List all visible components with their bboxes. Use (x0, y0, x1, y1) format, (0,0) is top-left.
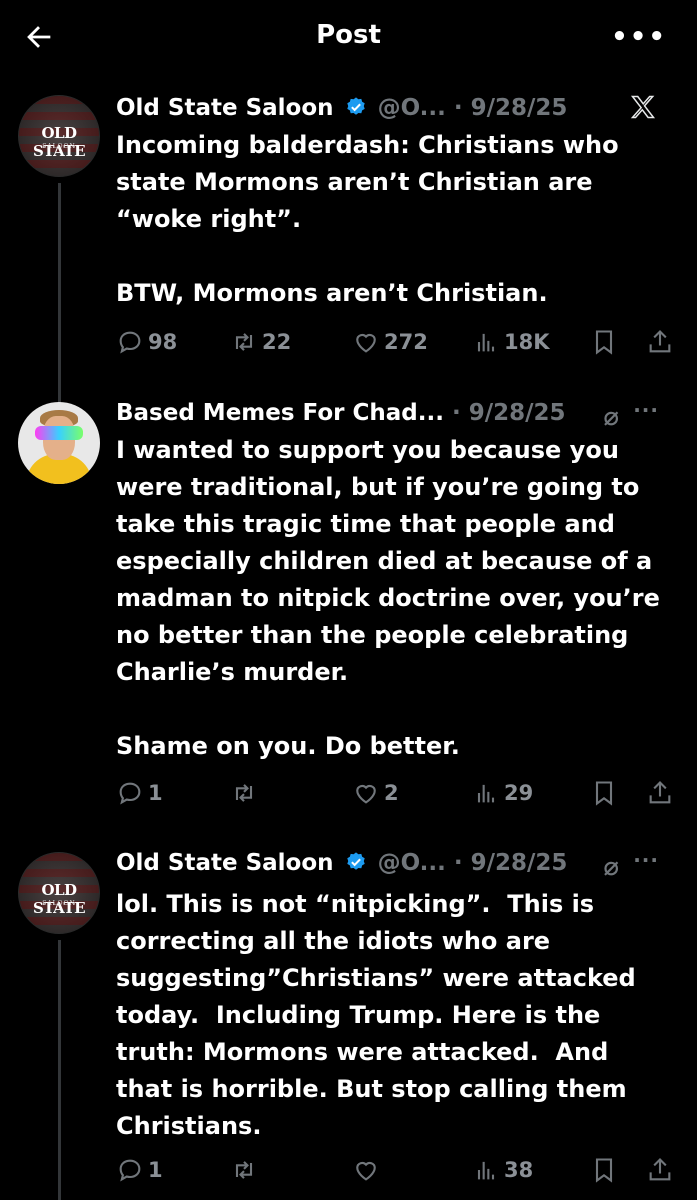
bookmark-button[interactable] (590, 776, 622, 810)
x-logo-icon[interactable] (629, 93, 657, 121)
repost-icon (235, 784, 253, 802)
repost-count: 22 (262, 330, 292, 354)
page-title: Post (316, 20, 381, 50)
bookmark-icon (595, 1158, 613, 1183)
grok-icon[interactable]: ⌀ (603, 852, 619, 882)
share-button[interactable] (646, 325, 678, 359)
views-button[interactable]: 18K (472, 325, 550, 359)
views-icon (477, 1161, 495, 1180)
bookmark-button[interactable] (590, 325, 622, 359)
action-bar: 1 38 (116, 1153, 683, 1187)
share-button[interactable] (646, 1153, 678, 1187)
avatar-logo-text: OLD STATE (32, 881, 86, 917)
handle-date: @O... · 9/28/25 (377, 95, 568, 121)
like-icon (356, 784, 376, 804)
views-count: 29 (504, 781, 534, 805)
more-icon[interactable]: ··· (633, 398, 659, 422)
reply-icon (119, 1159, 141, 1182)
display-name[interactable]: Based Memes For Chad... (116, 400, 444, 426)
reply-count: 1 (148, 1158, 163, 1182)
handle-date: @O... · 9/28/25 (377, 850, 568, 876)
like-count: 272 (384, 330, 428, 354)
repost-icon (235, 333, 253, 351)
share-icon (649, 1158, 671, 1181)
tweet-text: lol. This is not “nitpicking”. This is c… (116, 890, 645, 1140)
views-button[interactable]: 38 (472, 1153, 533, 1187)
reply-button[interactable]: 1 (116, 1153, 163, 1187)
reply-button[interactable]: 1 (116, 776, 163, 810)
top-bar: Post ••• (0, 0, 697, 76)
share-button[interactable] (646, 776, 678, 810)
action-bar: 1 2 29 (116, 776, 683, 810)
like-icon (356, 333, 376, 353)
tweet-header: Old State Saloon @O... · 9/28/25 (116, 95, 677, 131)
like-button[interactable] (352, 1153, 384, 1187)
repost-button[interactable]: 22 (230, 325, 291, 359)
views-icon (477, 784, 495, 803)
reply-button[interactable]: 98 (116, 325, 177, 359)
display-name[interactable]: Old State Saloon (116, 850, 334, 876)
verified-icon (346, 97, 365, 115)
avatar[interactable] (18, 402, 100, 484)
tweet-text: I wanted to support you because you were… (116, 436, 660, 760)
avatar-logo-subtext: SALOON (42, 143, 76, 150)
reply-count: 1 (148, 781, 163, 805)
views-count: 18K (504, 330, 550, 354)
handle-date: · 9/28/25 (443, 400, 566, 426)
share-icon (649, 781, 671, 804)
tweet-header: Old State Saloon @O... · 9/28/25 ⌀ ··· (116, 848, 677, 886)
like-count: 2 (384, 781, 399, 805)
avatar-logo-subtext: SALOON (42, 900, 76, 907)
bookmark-button[interactable] (590, 1153, 622, 1187)
more-icon[interactable]: ··· (633, 848, 659, 872)
views-icon (477, 333, 495, 352)
tweet-header: Based Memes For Chad... · 9/28/25 ⌀ ··· (116, 398, 677, 436)
repost-button[interactable] (230, 776, 262, 810)
action-bar: 98 22 272 18K (116, 325, 683, 359)
tweet-text: Incoming balderdash: Christians who stat… (116, 131, 619, 307)
like-button[interactable]: 2 (352, 776, 399, 810)
views-count: 38 (504, 1158, 534, 1182)
more-icon[interactable]: ••• (611, 22, 667, 52)
like-icon (356, 1161, 376, 1181)
grok-icon[interactable]: ⌀ (603, 402, 619, 432)
avatar-logo-text: OLD STATE (32, 124, 86, 160)
avatar[interactable]: OLD STATE SALOON (18, 852, 100, 934)
avatar-glasses (35, 426, 83, 440)
share-icon (649, 330, 671, 353)
bookmark-icon (595, 330, 613, 355)
reply-icon (119, 782, 141, 805)
reply-count: 98 (148, 330, 178, 354)
avatar[interactable]: OLD STATE SALOON (18, 95, 100, 177)
repost-icon (235, 1161, 253, 1179)
thread-line (58, 940, 61, 1200)
bookmark-icon (595, 781, 613, 806)
repost-button[interactable] (230, 1153, 262, 1187)
verified-icon (346, 852, 365, 870)
views-button[interactable]: 29 (472, 776, 533, 810)
display-name[interactable]: Old State Saloon (116, 95, 334, 121)
like-button[interactable]: 272 (352, 325, 428, 359)
reply-icon (119, 331, 141, 354)
